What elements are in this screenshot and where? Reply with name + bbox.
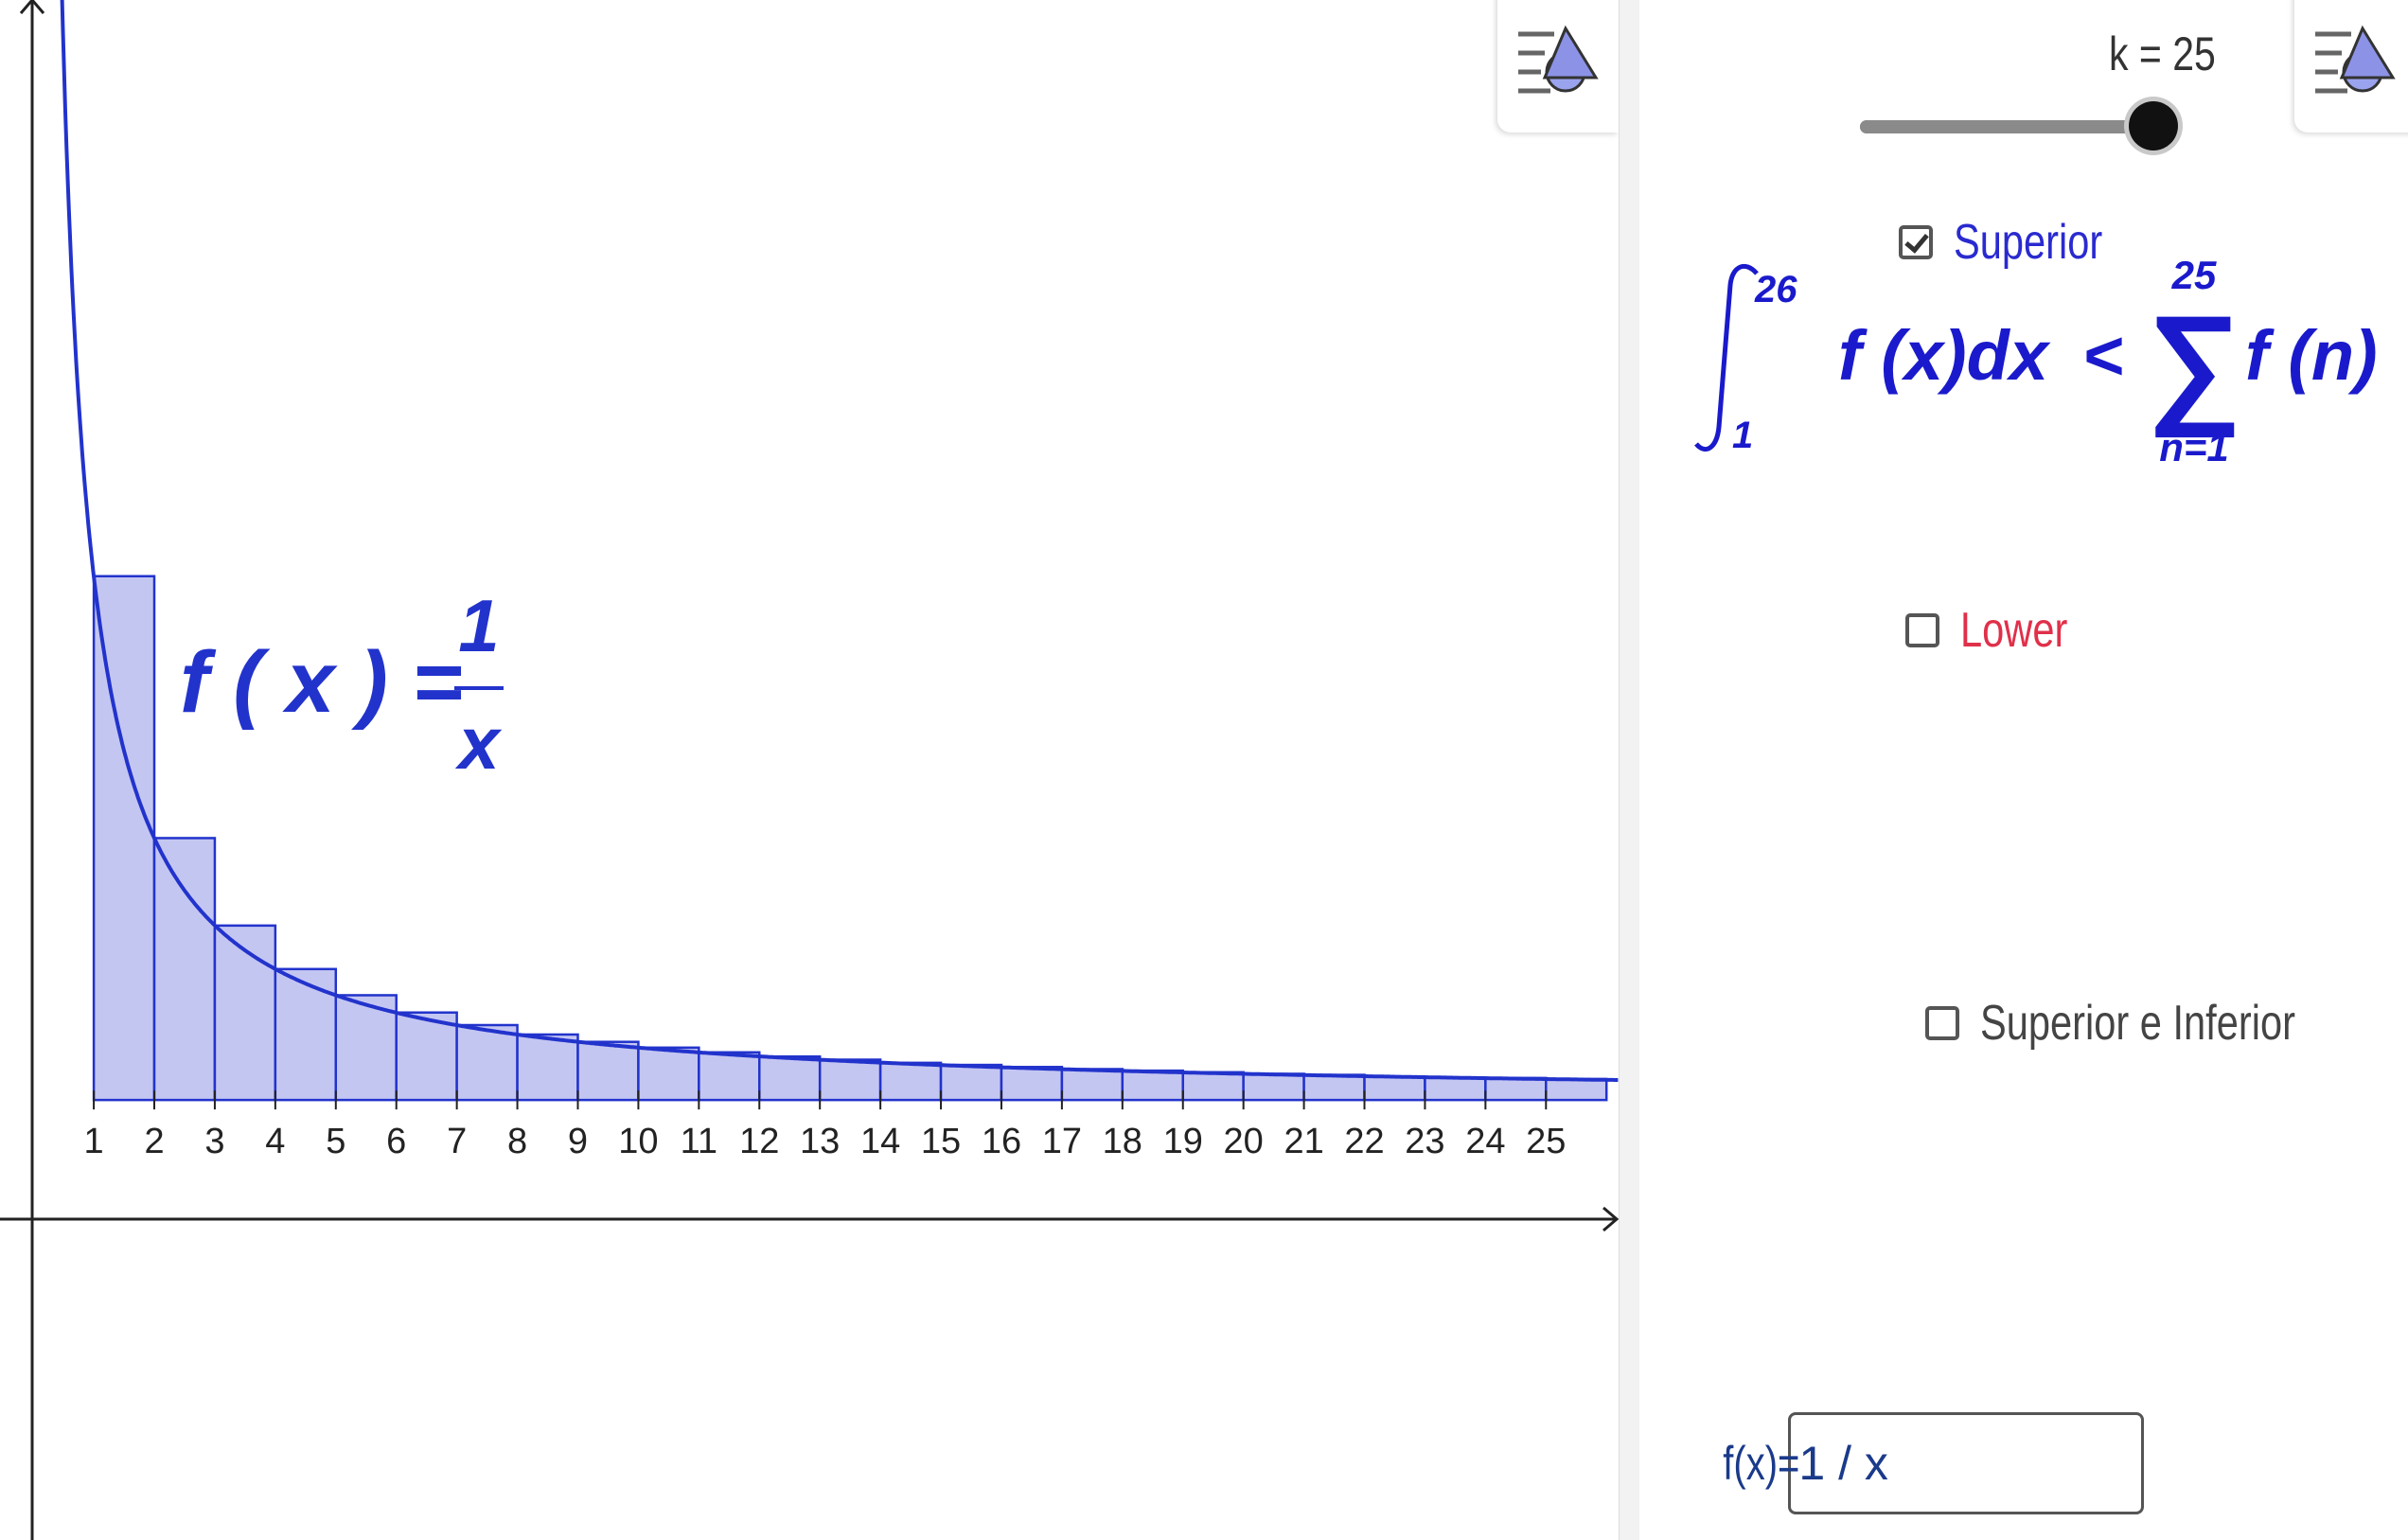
upper-sum-bar: [1302, 1073, 1366, 1102]
x-axis-tick-label: 17: [1042, 1122, 1082, 1161]
summand: f (n): [2245, 316, 2378, 395]
upper-sum-bar: [1484, 1076, 1548, 1102]
style-bar-toggle-icon: [2315, 25, 2396, 94]
slider-label: k = 25: [2109, 27, 2216, 80]
x-axis-tick-label: 21: [1284, 1122, 1323, 1161]
function-label-numerator: 1: [458, 584, 499, 667]
upper-sum-bar: [1000, 1066, 1064, 1102]
upper-sum-bar: [274, 967, 338, 1102]
upper-sum-bar: [1121, 1069, 1184, 1102]
function-curve[interactable]: [60, 0, 1619, 1082]
x-axis-tick-label: 2: [144, 1122, 164, 1161]
x-axis-tick-label: 9: [568, 1122, 588, 1161]
integral-upper-limit: 26: [1754, 269, 1797, 310]
upper-sum-bar: [576, 1040, 640, 1102]
upper-sum-bar: [395, 1011, 458, 1102]
k-slider-fill: [1860, 120, 2136, 133]
function-input[interactable]: [1788, 1412, 2145, 1514]
function-label-denominator: x: [454, 701, 503, 785]
upper-sum-bar: [1545, 1077, 1608, 1102]
x-axis-tick-label: 19: [1163, 1122, 1203, 1161]
integrand: f (x)dx: [1838, 316, 2051, 395]
x-axis-tick-label: 20: [1224, 1122, 1264, 1161]
upper-sum-bar: [1181, 1071, 1245, 1102]
lower-checkbox[interactable]: Lower: [1905, 602, 2095, 659]
function-label-lhs: f ( x ) =: [180, 634, 463, 731]
upper-sum-bar: [818, 1058, 882, 1102]
x-axis-tick-label: 22: [1344, 1122, 1384, 1161]
x-axis-tick-label: 11: [681, 1122, 717, 1161]
style-bar-toggle-icon: [1518, 25, 1599, 94]
style-bar-toggle-button-2[interactable]: [2294, 0, 2408, 133]
superior-e-inferior-checkbox-label[interactable]: Superior e Inferior: [1980, 995, 2295, 1052]
function-input-row: f(x)=: [1704, 1412, 2145, 1514]
lower-checkbox-box[interactable]: [1905, 613, 1939, 647]
x-axis-tick-label: 6: [386, 1122, 406, 1161]
upper-sum-bar: [1363, 1074, 1426, 1102]
upper-sum-bar: [758, 1054, 822, 1102]
plot-area[interactable]: 1 2 3 4 5 6 7 8 9 10 11 12 13 14 15 16 17 18 19 20 21 22 23 24 2…: [0, 0, 1619, 1540]
x-axis-tick-label: 14: [860, 1122, 900, 1161]
x-axis-tick-label: 24: [1465, 1122, 1505, 1161]
upper-sum-bar: [455, 1023, 519, 1102]
upper-sum-bar: [637, 1046, 700, 1102]
upper-sum-bar: [698, 1051, 761, 1102]
integral-sum-formula: 26 1 f (x)dx < 25 ∑ n=1 f (n): [1694, 253, 2378, 469]
upper-sum-bar: [1424, 1076, 1487, 1102]
x-axis-tick-label: 18: [1103, 1122, 1142, 1161]
integral-lower-limit: 1: [1732, 415, 1753, 456]
function-input-label: f(x)=: [1723, 1437, 1800, 1490]
x-axis-tick-label: 8: [507, 1122, 527, 1161]
k-slider-track[interactable]: [1860, 120, 2136, 133]
upper-sum-bar: [1060, 1068, 1124, 1102]
function-label: f ( x ) = 1 x: [180, 584, 504, 785]
upper-sum-bar: [152, 837, 217, 1102]
x-axis-tick-label: 16: [982, 1122, 1021, 1161]
superior-e-inferior-checkbox[interactable]: Superior e Inferior: [1925, 995, 2374, 1052]
x-axis-tick-label: 5: [326, 1122, 345, 1161]
x-axis-tick-label: 1: [84, 1122, 104, 1161]
x-axis-tick-label: 7: [447, 1122, 467, 1161]
x-axis-tick-label: 10: [618, 1122, 658, 1161]
upper-sum-bar: [939, 1063, 1003, 1102]
formula-relation: <: [2082, 316, 2123, 395]
x-axis-tick-label: 13: [800, 1122, 840, 1161]
sum-sign-icon: ∑: [2147, 288, 2241, 438]
view-divider[interactable]: [1619, 0, 1641, 1540]
x-axis-tick-label: 25: [1526, 1122, 1566, 1161]
upper-sum-bar: [878, 1061, 943, 1102]
sum-lower-limit: n=1: [2159, 425, 2229, 469]
superior-e-inferior-checkbox-box[interactable]: [1925, 1006, 1959, 1040]
x-axis-tick-label: 23: [1405, 1122, 1444, 1161]
x-axis-tick-label: 15: [921, 1122, 961, 1161]
x-axis-tick-label: 12: [739, 1122, 779, 1161]
style-bar-toggle-button[interactable]: [1497, 0, 1619, 133]
x-axis-tick-label: 3: [204, 1122, 224, 1161]
k-slider-handle[interactable]: [2129, 101, 2178, 150]
graphics-view[interactable]: 1 2 3 4 5 6 7 8 9 10 11 12 13 14 15 16 17 18 19 20 21 22 23 24 2…: [0, 0, 1619, 1540]
x-axis-tick-label: 4: [265, 1122, 285, 1161]
upper-sum-bar: [516, 1033, 579, 1102]
lower-checkbox-label[interactable]: Lower: [1960, 602, 2067, 659]
upper-sum-bar: [1242, 1072, 1305, 1102]
